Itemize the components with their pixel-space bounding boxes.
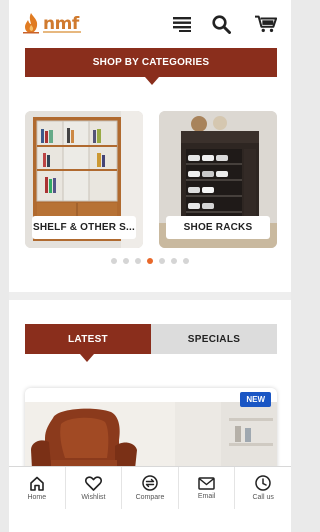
carousel-dot[interactable] (123, 258, 129, 264)
heart-icon (84, 475, 102, 491)
nav-call[interactable]: Call us (235, 467, 291, 509)
categories-heading: SHOP BY CATEGORIES (25, 48, 277, 77)
nav-email-label: Email (197, 492, 216, 500)
carousel-dot[interactable] (111, 258, 117, 264)
tab-latest[interactable]: LATEST (25, 324, 151, 354)
nav-compare-label: Compare (135, 494, 165, 501)
category-label-shoe-racks: SHOE RACKS (166, 216, 270, 239)
flame-logo-icon (23, 13, 39, 34)
home-icon (29, 476, 44, 491)
email-icon (198, 476, 215, 490)
category-label-shelf: SHELF & OTHER S... (32, 216, 136, 239)
logo-underline (43, 31, 81, 33)
nav-call-label: Call us (252, 494, 274, 501)
nav-compare[interactable]: Compare (122, 467, 179, 509)
nav-home-label: Home (27, 493, 47, 501)
clock-icon (255, 475, 271, 491)
bottom-spacer (9, 509, 291, 532)
nav-home[interactable]: Home (9, 467, 66, 509)
tab-specials[interactable]: SPECIALS (151, 324, 277, 354)
search-icon[interactable] (210, 13, 232, 35)
carousel-dot[interactable] (171, 258, 177, 264)
carousel-dot[interactable] (159, 258, 165, 264)
compare-icon (142, 475, 158, 491)
carousel-dot[interactable] (183, 258, 189, 264)
page: nmf SHOP BY CATEGORIES SHELF & OTHER S..… (9, 0, 291, 532)
logo[interactable]: nmf (21, 12, 81, 36)
menu-icon[interactable] (171, 13, 193, 35)
nav-wishlist-label: Wishlist (81, 493, 106, 501)
heading-pointer (145, 77, 159, 85)
product-tabs: LATEST SPECIALS (25, 324, 277, 354)
carousel-dot-active[interactable] (147, 258, 153, 264)
category-card-shoe-racks[interactable]: SHOE RACKS (159, 111, 277, 248)
category-card-shelf[interactable]: SHELF & OTHER S... (25, 111, 143, 248)
section-divider (9, 292, 291, 300)
carousel-dot[interactable] (135, 258, 141, 264)
app-header: nmf (9, 0, 291, 48)
new-badge: NEW (240, 392, 271, 407)
carousel-dots (9, 258, 291, 264)
tab-pointer (80, 354, 94, 362)
cart-icon[interactable] (255, 13, 277, 35)
bottom-navigation: Home Wishlist Compare Email Call us (9, 466, 291, 509)
nav-email[interactable]: Email (179, 467, 236, 509)
nav-wishlist[interactable]: Wishlist (66, 467, 123, 509)
